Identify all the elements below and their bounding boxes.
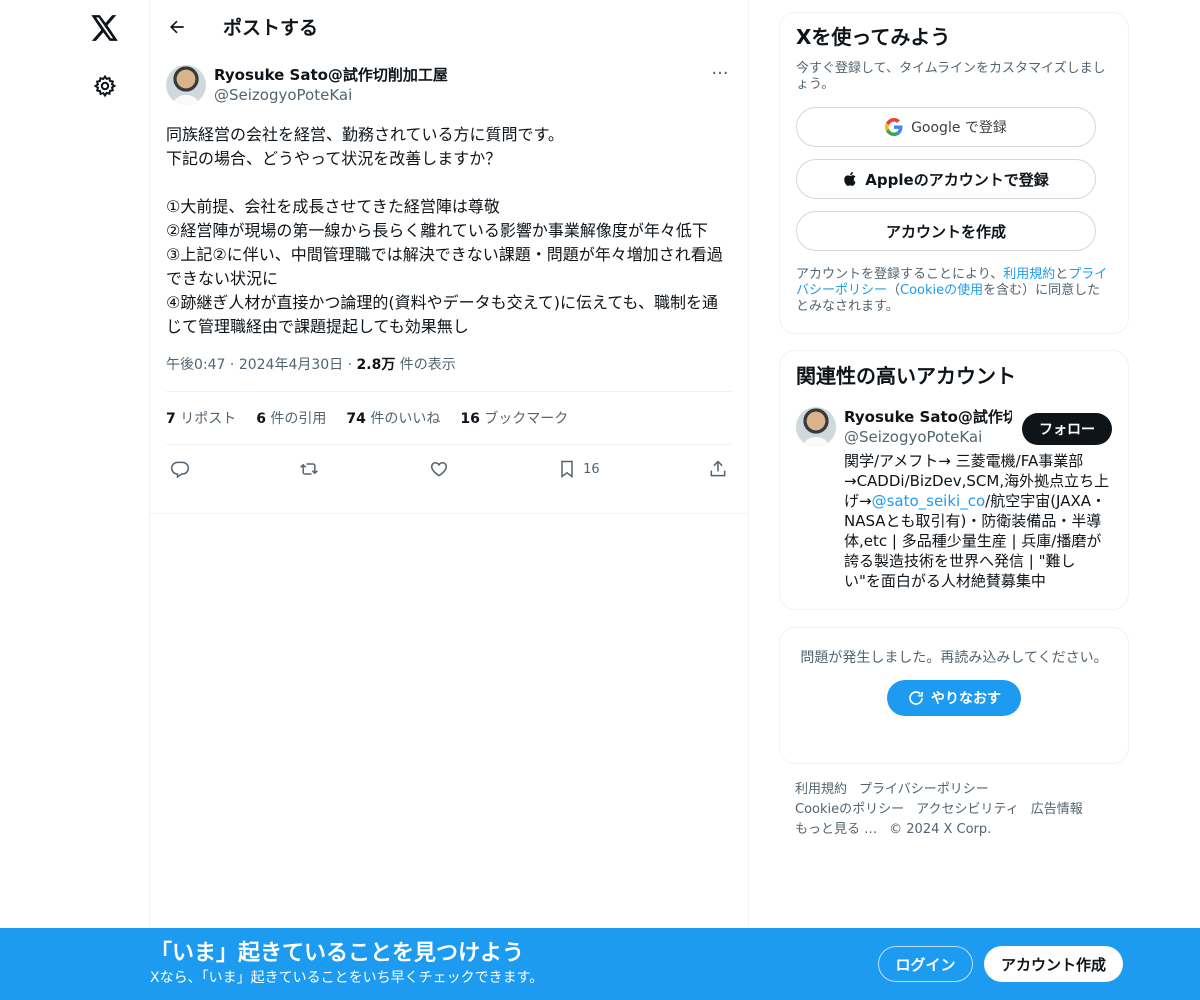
apple-signup-label: Appleのアカウントで登録 xyxy=(865,170,1049,189)
x-logo-icon[interactable] xyxy=(85,8,125,48)
terms-text: アカウントを登録することにより、 xyxy=(796,267,1004,282)
apple-signup-button[interactable]: Appleのアカウントで登録 xyxy=(796,159,1096,199)
retry-label: やりなおす xyxy=(931,691,1001,707)
tweet-actions: 16 xyxy=(166,445,732,493)
bookmark-count: 16 xyxy=(583,461,600,477)
google-icon xyxy=(885,118,903,136)
bottom-banner: 「いま」起きていることを見つけよう Xなら、「いま」起きていることをいち早くチェ… xyxy=(0,928,1200,1000)
author-handle[interactable]: @SeizogyoPoteKai xyxy=(214,85,448,105)
bio-mention-link[interactable]: @sato_seiki_co xyxy=(872,492,986,510)
views-label: 件の表示 xyxy=(399,357,456,373)
more-icon[interactable]: ··· xyxy=(708,65,732,89)
author-names: Ryosuke Sato@試作切削加工屋 @SeizogyoPoteKai xyxy=(214,65,448,105)
meta-separator: · xyxy=(229,357,239,373)
repost-button[interactable] xyxy=(298,459,320,479)
signup-terms: アカウントを登録することにより、利用規約とプライバシーポリシー（Cookieの使… xyxy=(796,267,1112,315)
stat-quotes[interactable]: 6 件の引用 xyxy=(256,408,326,428)
tweet-date[interactable]: 2024年4月30日 xyxy=(239,357,343,373)
back-arrow-icon[interactable] xyxy=(166,16,188,38)
bookmarks-label: ブックマーク xyxy=(484,411,569,427)
footer-privacy-link[interactable]: プライバシーポリシー xyxy=(859,782,989,797)
error-message: 問題が発生しました。再読み込みしてください。 xyxy=(800,650,1108,666)
stat-bookmarks[interactable]: 16 ブックマーク xyxy=(460,408,568,428)
like-button[interactable] xyxy=(429,459,449,479)
main-column: ポストする Ryosuke Sato@試作切削加工屋 @SeizogyoPote… xyxy=(149,0,749,1000)
signup-subtitle: 今すぐ登録して、タイムラインをカスタマイズしましょう。 xyxy=(796,61,1106,92)
tweet-stats: 7 リポスト 6 件の引用 74 件のいいね 16 ブックマーク xyxy=(166,392,732,445)
related-accounts-card: 関連性の高いアカウント Ryosuke Sato@試作切削加工屋 @Seizog… xyxy=(779,350,1129,610)
create-account-button[interactable]: アカウントを作成 xyxy=(796,211,1096,251)
stat-reposts[interactable]: 7 リポスト xyxy=(166,408,236,428)
gear-icon[interactable] xyxy=(89,70,121,102)
terms-link[interactable]: 利用規約 xyxy=(1003,267,1055,282)
main-header: ポストする xyxy=(150,0,748,53)
google-signup-label: Google で登録 xyxy=(911,120,1007,136)
related-account-name[interactable]: Ryosuke Sato@試作切削加工屋 xyxy=(844,407,1012,427)
reposts-label: リポスト xyxy=(180,411,237,427)
retry-button[interactable]: やりなおす xyxy=(887,680,1021,716)
quotes-label: 件の引用 xyxy=(270,411,327,427)
google-signup-button[interactable]: Google で登録 xyxy=(796,107,1096,147)
divider xyxy=(150,513,748,514)
banner-subtitle: Xなら、「いま」起きていることをいち早くチェックできます。 xyxy=(150,970,544,986)
repost-icon xyxy=(300,463,319,475)
terms-and: と xyxy=(1055,267,1069,282)
footer-links: 利用規約 プライバシーポリシー Cookieのポリシー アクセシビリティ 広告情報 も… xyxy=(795,780,1115,840)
share-icon xyxy=(710,460,726,477)
related-title: 関連性の高いアカウント xyxy=(796,364,1016,388)
bookmark-button[interactable]: 16 xyxy=(557,459,600,479)
author-display-name[interactable]: Ryosuke Sato@試作切削加工屋 xyxy=(214,65,448,85)
bookmark-icon xyxy=(561,460,573,478)
error-card: 問題が発生しました。再読み込みしてください。 やりなおす xyxy=(779,627,1129,764)
cookie-link[interactable]: Cookieの使用 xyxy=(900,283,983,298)
bookmarks-count: 16 xyxy=(460,411,480,427)
footer-terms-link[interactable]: 利用規約 xyxy=(795,782,847,797)
meta-separator: · xyxy=(347,357,357,373)
refresh-icon xyxy=(909,691,923,705)
footer-more-link[interactable]: もっと見る … xyxy=(795,822,877,837)
stat-likes[interactable]: 74 件のいいね xyxy=(346,408,440,428)
left-nav xyxy=(0,0,150,1000)
like-icon xyxy=(430,461,447,477)
avatar[interactable] xyxy=(166,65,206,105)
login-button[interactable]: ログイン xyxy=(878,946,973,982)
avatar[interactable] xyxy=(796,407,836,447)
banner-title: 「いま」起きていることを見つけよう xyxy=(150,941,525,966)
tweet-time[interactable]: 午後0:47 xyxy=(166,357,225,373)
footer-accessibility-link[interactable]: アクセシビリティ xyxy=(916,802,1019,817)
tweet-text: 同族経営の会社を経営、勤務されている方に質問です。 下記の場合、どうやって状況を… xyxy=(166,125,723,336)
tweet-author: Ryosuke Sato@試作切削加工屋 @SeizogyoPoteKai ··… xyxy=(166,65,732,113)
related-account-bio: 関学/アメフト→ 三菱電機/FA事業部→CADDi/BizDev,SCM,海外拠… xyxy=(844,451,1112,591)
signup-card: Xを使ってみよう 今すぐ登録して、タイムラインをカスタマイズしましょう。 Goo… xyxy=(779,12,1129,334)
quotes-count: 6 xyxy=(256,411,266,427)
reply-button[interactable] xyxy=(170,459,190,479)
tweet-meta: 午後0:47 · 2024年4月30日 · 2.8万 件の表示 xyxy=(166,355,732,392)
reposts-count: 7 xyxy=(166,411,176,427)
page-title: ポストする xyxy=(223,17,319,39)
related-account[interactable]: Ryosuke Sato@試作切削加工屋 @SeizogyoPoteKai 関学… xyxy=(796,407,1112,591)
likes-label: 件のいいね xyxy=(370,411,441,427)
footer-cookie-link[interactable]: Cookieのポリシー xyxy=(795,802,904,817)
tweet: Ryosuke Sato@試作切削加工屋 @SeizogyoPoteKai ··… xyxy=(150,53,748,493)
share-button[interactable] xyxy=(708,459,728,479)
likes-count: 74 xyxy=(346,411,366,427)
signup-title: Xを使ってみよう xyxy=(796,25,951,49)
terms-paren: （ xyxy=(887,283,901,298)
footer-copyright: © 2024 X Corp. xyxy=(889,822,992,837)
signup-button[interactable]: アカウント作成 xyxy=(984,946,1123,982)
footer-ads-link[interactable]: 広告情報 xyxy=(1031,802,1083,817)
reply-icon xyxy=(170,461,190,479)
apple-icon xyxy=(844,171,856,186)
views-count: 2.8万 xyxy=(356,357,396,373)
follow-button[interactable]: フォロー xyxy=(1022,413,1112,445)
